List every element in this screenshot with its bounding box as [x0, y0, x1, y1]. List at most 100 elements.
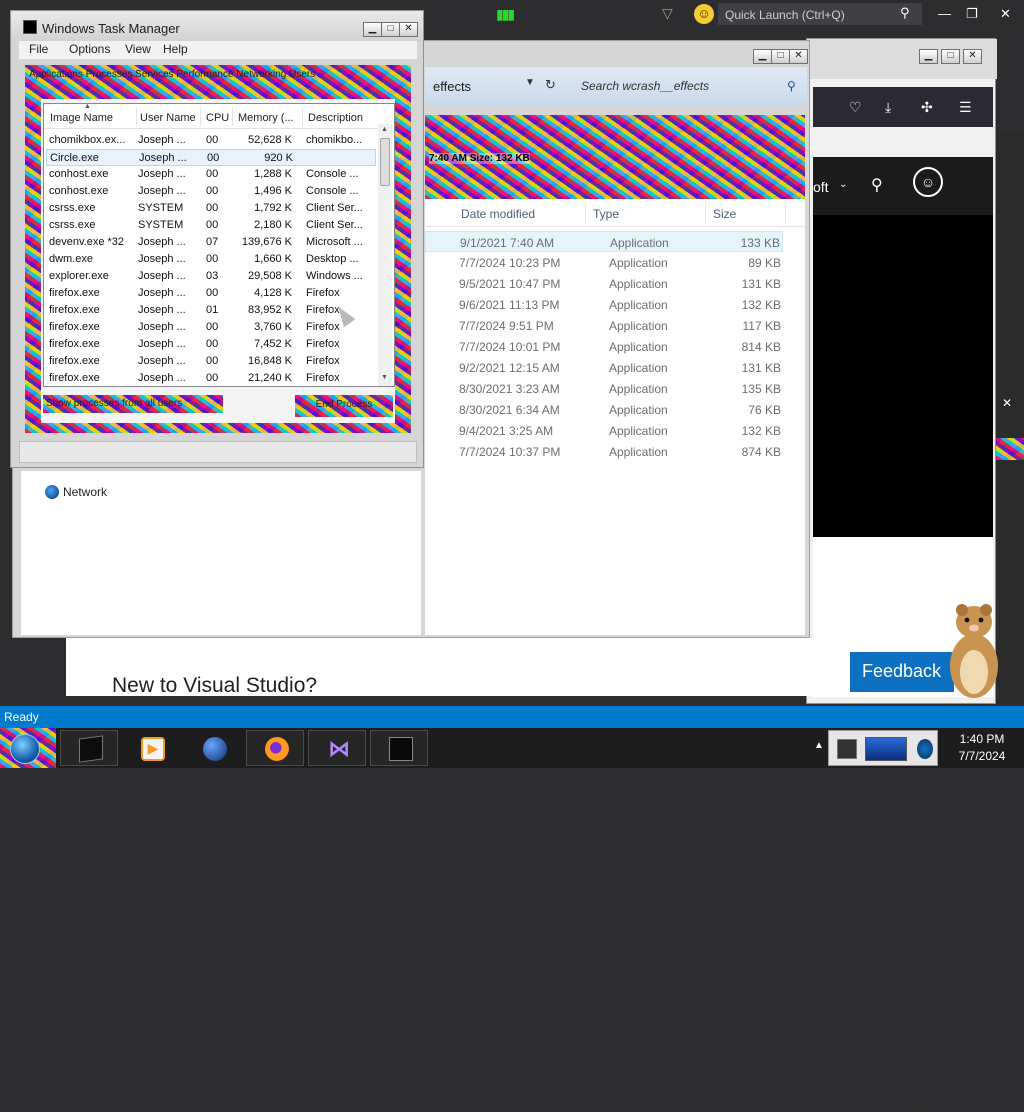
process-row[interactable]: firefox.exe Joseph ... 00 3,760 K Firefox	[46, 319, 376, 336]
site-nav-link[interactable]: oft	[813, 179, 829, 195]
file-list[interactable]: Date modified Type Size 9/1/2021 7:40 AM…	[425, 199, 805, 635]
search-icon[interactable]: ⚲	[871, 175, 883, 195]
search-icon[interactable]: ⚲	[787, 79, 796, 93]
maximize-button[interactable]: □	[381, 22, 400, 37]
pocket-icon[interactable]: ♡	[849, 99, 862, 116]
minimize-button[interactable]: ▁	[363, 22, 382, 37]
chevron-down-icon[interactable]: ⌄	[839, 179, 847, 190]
show-all-users-button[interactable]: Show processes from all users	[43, 395, 223, 413]
process-row[interactable]: Circle.exe Joseph ... 00 920 K	[46, 149, 376, 166]
download-icon[interactable]: ⤓	[885, 99, 891, 116]
file-row[interactable]: 9/2/2021 12:15 AM Application 131 KB	[425, 357, 783, 378]
minimize-button[interactable]: ▁	[919, 49, 938, 64]
maximize-button[interactable]: □	[771, 49, 790, 64]
column-memory[interactable]: Memory (...	[238, 112, 294, 124]
process-name: devenv.exe *32	[49, 236, 125, 248]
menu-options[interactable]: Options	[69, 42, 110, 56]
column-description[interactable]: Description	[308, 112, 363, 124]
file-size: 874 KB	[741, 445, 781, 459]
process-row[interactable]: conhost.exe Joseph ... 00 1,288 K Console ..…	[46, 166, 376, 183]
restore-icon[interactable]: ❐	[966, 6, 978, 22]
taskbar-task-manager[interactable]	[60, 730, 118, 766]
column-date-modified[interactable]: Date modified	[461, 207, 535, 221]
quick-launch-input[interactable]: Quick Launch (Ctrl+Q)	[718, 3, 922, 25]
taskbar-visual-studio[interactable]: ⋈	[308, 730, 366, 766]
maximize-button[interactable]: □	[941, 49, 960, 64]
minimize-button[interactable]: ▁	[753, 49, 772, 64]
process-memory: 21,240 K	[247, 372, 292, 384]
filter-icon[interactable]: ▽	[662, 5, 680, 23]
task-manager-window[interactable]: Windows Task Manager ▁ □ ✕ File Options …	[10, 10, 424, 468]
close-button[interactable]: ✕	[963, 49, 982, 64]
file-row[interactable]: 7/7/2024 10:23 PM Application 89 KB	[425, 252, 783, 273]
process-list[interactable]: Image Name ▲ User Name CPU Memory (... D…	[43, 103, 395, 387]
chevron-down-icon[interactable]: ▼	[525, 77, 535, 88]
network-icon[interactable]	[45, 485, 59, 499]
taskbar-globe[interactable]	[184, 730, 242, 766]
feedback-button[interactable]: Feedback	[850, 652, 954, 692]
menu-file[interactable]: File	[29, 42, 48, 56]
chevron-down-icon[interactable]: ⌄	[913, 1095, 925, 1112]
file-row[interactable]: 9/5/2021 10:47 PM Application 131 KB	[425, 273, 783, 294]
menu-icon[interactable]: ☰	[959, 99, 972, 116]
column-size[interactable]: Size	[713, 207, 736, 221]
close-icon[interactable]: ✕	[1002, 396, 1012, 410]
end-process-button[interactable]: End Process	[295, 395, 393, 417]
tab-strip[interactable]: Applications Processes Services Performa…	[29, 69, 315, 80]
process-row[interactable]: conhost.exe Joseph ... 00 1,496 K Console ..…	[46, 183, 376, 200]
file-row[interactable]: 7/7/2024 10:01 PM Application 814 KB	[425, 336, 783, 357]
process-row[interactable]: explorer.exe Joseph ... 03 29,508 K Windows …	[46, 268, 376, 285]
vertical-scrollbar[interactable]: ▲ ▼	[378, 124, 392, 386]
file-row[interactable]: 8/30/2021 6:34 AM Application 76 KB	[425, 399, 783, 420]
column-user-name[interactable]: User Name	[140, 112, 196, 124]
process-row[interactable]: csrss.exe SYSTEM 00 2,180 K Client Ser...	[46, 217, 376, 234]
nav-item-network[interactable]: Network	[63, 485, 107, 499]
process-row[interactable]: dwm.exe Joseph ... 00 1,660 K Desktop ...	[46, 251, 376, 268]
taskbar-media-player[interactable]: ▶	[122, 730, 180, 766]
account-icon[interactable]: ☺	[913, 167, 943, 197]
task-manager-title-bar[interactable]: Windows Task Manager ▁ □ ✕	[11, 11, 423, 41]
close-button[interactable]: ✕	[399, 22, 418, 37]
file-row[interactable]: 8/30/2021 3:23 AM Application 135 KB	[425, 378, 783, 399]
scrollbar-thumb[interactable]	[380, 138, 390, 186]
process-row[interactable]: firefox.exe Joseph ... 00 16,848 K Firefox	[46, 353, 376, 370]
taskbar-terminal[interactable]	[370, 730, 428, 766]
process-row[interactable]: firefox.exe Joseph ... 01 83,952 K Firefox	[46, 302, 376, 319]
scroll-up-icon[interactable]: ▲	[381, 126, 388, 133]
refresh-icon[interactable]: ↻	[545, 77, 556, 93]
start-button[interactable]	[0, 728, 56, 768]
process-row[interactable]: firefox.exe Joseph ... 00 7,452 K Firefox	[46, 336, 376, 353]
tray-display-icon[interactable]	[865, 737, 907, 761]
menu-help[interactable]: Help	[163, 42, 188, 56]
search-icon[interactable]: ⚲	[900, 5, 910, 21]
network-icon[interactable]	[917, 739, 933, 759]
column-image-name[interactable]: Image Name	[50, 112, 113, 124]
file-row[interactable]: 9/1/2021 7:40 AM Application 133 KB	[425, 231, 783, 252]
scroll-down-icon[interactable]: ▼	[381, 374, 388, 381]
file-row[interactable]: 7/7/2024 10:37 PM Application 874 KB	[425, 441, 783, 462]
process-row[interactable]: devenv.exe *32 Joseph ... 07 139,676 K Micro…	[46, 234, 376, 251]
file-row[interactable]: 7/7/2024 9:51 PM Application 117 KB	[425, 315, 783, 336]
process-row[interactable]: csrss.exe SYSTEM 00 1,792 K Client Ser...	[46, 200, 376, 217]
taskbar-firefox[interactable]	[246, 730, 304, 766]
clock-time[interactable]: 1:40 PM	[940, 732, 1024, 746]
file-row[interactable]: 9/4/2021 3:25 AM Application 132 KB	[425, 420, 783, 441]
close-icon[interactable]: ✕	[1000, 6, 1011, 22]
address-crumb[interactable]: effects	[433, 79, 471, 94]
feedback-smiley-icon[interactable]: ☺	[694, 4, 714, 24]
minimize-icon[interactable]: —	[938, 6, 951, 21]
clock-date[interactable]: 7/7/2024	[940, 749, 1024, 763]
close-button[interactable]: ✕	[789, 49, 808, 64]
show-hidden-icons[interactable]: ▲	[814, 740, 824, 751]
process-row[interactable]: firefox.exe Joseph ... 00 21,240 K Firefox	[46, 370, 376, 386]
process-row[interactable]: chomikbox.ex... Joseph ... 00 52,628 K chomi…	[46, 132, 376, 149]
process-row[interactable]: firefox.exe Joseph ... 00 4,128 K Firefox	[46, 285, 376, 302]
address-bar[interactable]: effects ▼ ↻ Search wcrash__effects ⚲	[425, 67, 807, 105]
column-type[interactable]: Type	[593, 207, 619, 221]
tray-app-icon[interactable]	[837, 739, 857, 759]
search-input[interactable]: Search wcrash__effects	[575, 75, 803, 97]
column-cpu[interactable]: CPU	[206, 112, 229, 124]
file-row[interactable]: 9/6/2021 11:13 PM Application 132 KB	[425, 294, 783, 315]
menu-view[interactable]: View	[125, 42, 151, 56]
extensions-icon[interactable]: ✣	[921, 99, 933, 116]
